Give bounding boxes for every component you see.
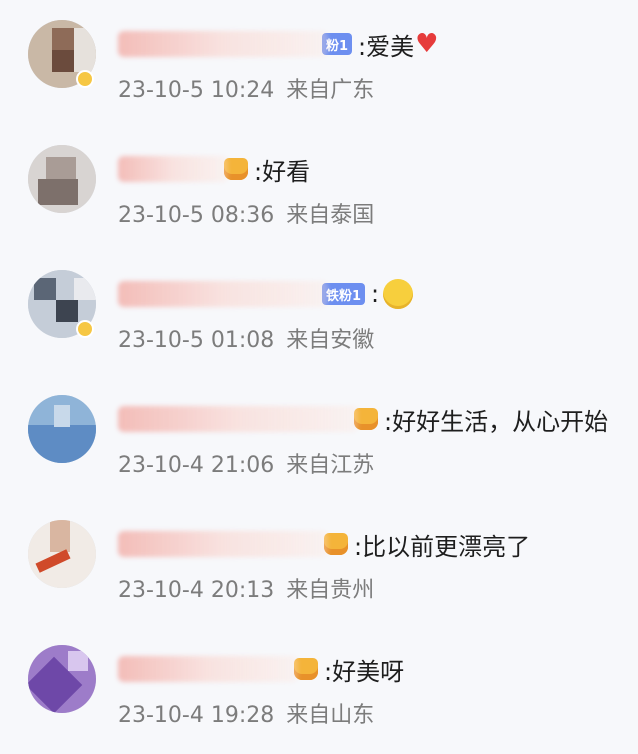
comment-text: :比以前更漂亮了 — [354, 532, 531, 561]
comment-time: 23-10-4 21:06 — [118, 453, 275, 478]
comment-time: 23-10-4 19:28 — [118, 703, 275, 728]
username-redacted[interactable] — [118, 281, 328, 307]
comment-time: 23-10-5 10:24 — [118, 78, 275, 103]
avatar[interactable] — [28, 520, 96, 588]
comment-item[interactable]: :好看 23-10-5 08:36 来自泰国 — [0, 125, 638, 250]
comment-text: :爱美 — [358, 32, 415, 61]
comment-time: 23-10-5 08:36 — [118, 203, 275, 228]
cute-face-emoji-icon — [383, 279, 414, 309]
comment-item[interactable]: :比以前更漂亮了 23-10-4 20:13 来自贵州 — [0, 500, 638, 625]
comment-location: 来自泰国 — [286, 203, 375, 228]
username-redacted[interactable] — [118, 31, 328, 57]
comment-text: :好看 — [254, 157, 311, 186]
avatar[interactable] — [28, 145, 96, 213]
comment-location: 来自山东 — [286, 703, 375, 728]
comment-location: 来自贵州 — [286, 578, 375, 603]
comment-location: 来自广东 — [286, 78, 375, 103]
comment-time: 23-10-5 01:08 — [118, 328, 275, 353]
verified-badge-icon — [76, 320, 94, 338]
avatar[interactable] — [28, 395, 96, 463]
comment-item[interactable]: 铁粉1 : 23-10-5 01:08 来自安徽 — [0, 250, 638, 375]
comment-time: 23-10-4 20:13 — [118, 578, 275, 603]
username-redacted[interactable] — [118, 406, 358, 432]
comment-text: : — [371, 280, 380, 308]
comment-text: :好美呀 — [324, 657, 405, 686]
comment-location: 来自江苏 — [286, 453, 375, 478]
verified-badge-icon — [76, 70, 94, 88]
comment-location: 来自安徽 — [286, 328, 375, 353]
avatar[interactable] — [28, 645, 96, 713]
heart-emoji-icon: ♥ — [415, 29, 439, 59]
comment-item[interactable]: 粉1 :爱美 ♥ 23-10-5 10:24 来自广东 — [0, 0, 638, 125]
username-redacted[interactable] — [118, 531, 328, 557]
username-redacted[interactable] — [118, 656, 298, 682]
comment-text: :好好生活，从心开始 — [384, 407, 609, 436]
comment-item[interactable]: :好美呀 23-10-4 19:28 来自山东 — [0, 625, 638, 750]
fan-badge: 铁粉1 — [322, 283, 366, 305]
comment-item[interactable]: :好好生活，从心开始 23-10-4 21:06 来自江苏 — [0, 375, 638, 500]
username-redacted[interactable] — [118, 156, 228, 182]
